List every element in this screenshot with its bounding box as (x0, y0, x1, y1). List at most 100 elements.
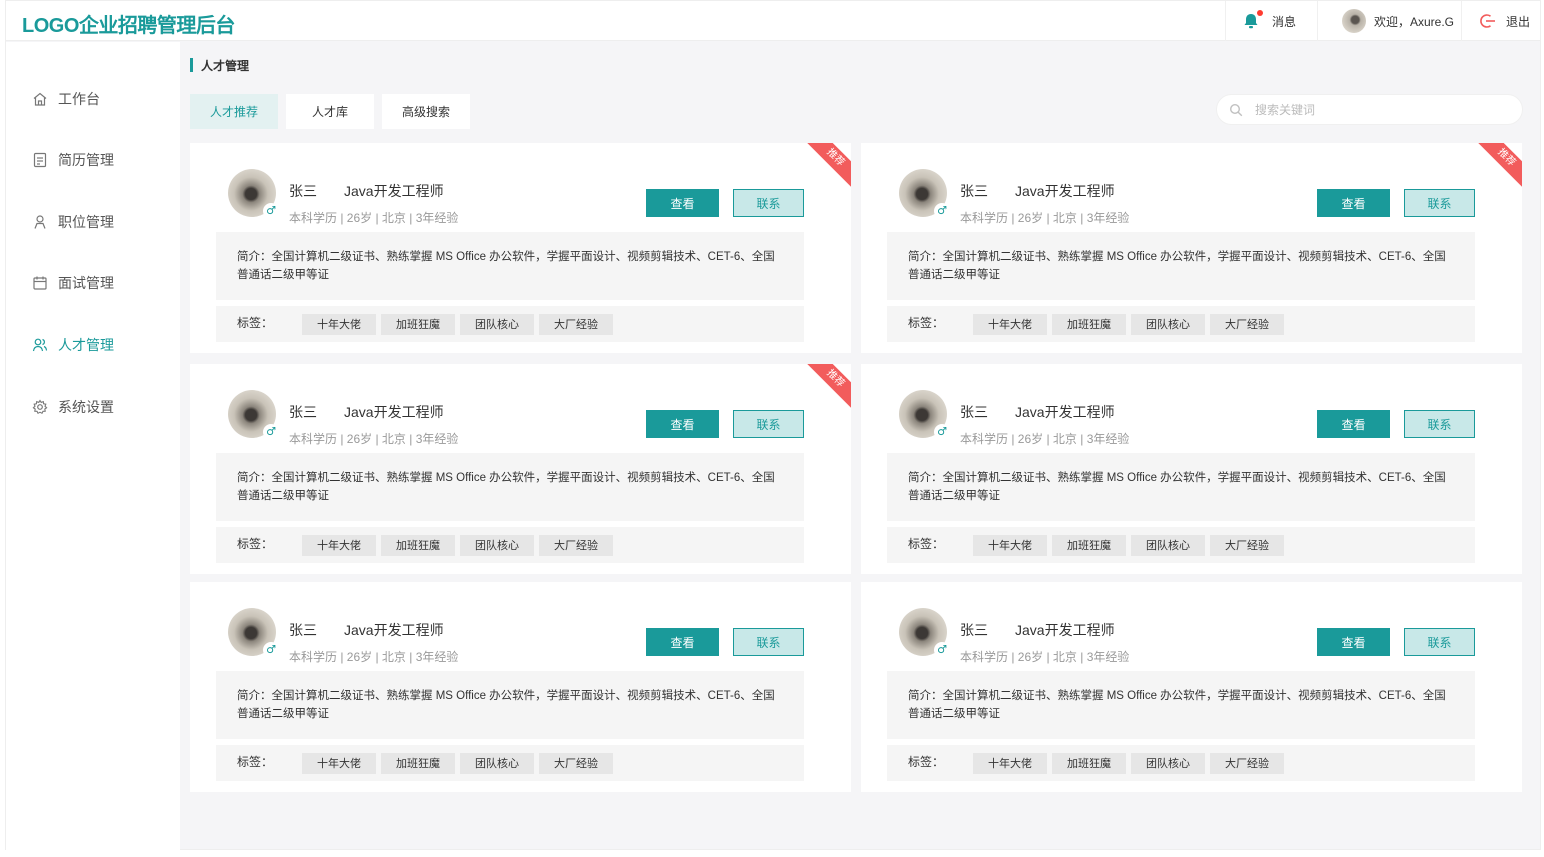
talent-card: 推荐 ♂ 张三 Java开发工程师 本科学历 | 26岁 | 北京 | 3年经验… (861, 143, 1522, 353)
search-input[interactable] (1255, 102, 1495, 117)
tag-chip: 大厂经验 (1210, 534, 1284, 556)
calendar-icon (33, 276, 47, 290)
tag-chip: 团队核心 (1131, 752, 1205, 774)
tags-label: 标签： (908, 315, 945, 330)
breadcrumb: 人才管理 (190, 57, 249, 73)
tag-chip: 加班狂魔 (1052, 534, 1126, 556)
sidebar-item-positions[interactable]: 职位管理 (32, 210, 114, 234)
contact-button[interactable]: 联系 (733, 410, 804, 438)
tag-chip: 团队核心 (460, 313, 534, 335)
recommend-ribbon: 推荐 (800, 364, 851, 414)
male-icon: ♂ (934, 424, 950, 440)
talent-card: 推荐 ♂ 张三 Java开发工程师 本科学历 | 26岁 | 北京 | 3年经验… (190, 364, 851, 574)
candidate-job-title: Java开发工程师 (344, 404, 444, 420)
tags-row: 标签： 十年大佬 加班狂魔 团队核心 大厂经验 (887, 306, 1475, 342)
candidate-avatar[interactable]: ♂ (228, 608, 279, 658)
tags-label: 标签： (908, 754, 945, 769)
contact-button[interactable]: 联系 (1404, 628, 1475, 656)
view-button[interactable]: 查看 (1317, 410, 1390, 438)
candidate-intro: 简介：全国计算机二级证书、熟练掌握 MS Office 办公软件，学握平面设计、… (216, 453, 804, 521)
tag-chip: 大厂经验 (1210, 752, 1284, 774)
app-logo[interactable]: LOGO企业招聘管理后台 (22, 9, 235, 38)
sidebar-item-label: 简历管理 (58, 152, 114, 168)
candidate-name: 张三 (960, 622, 988, 638)
candidate-avatar[interactable]: ♂ (899, 169, 950, 219)
view-button[interactable]: 查看 (1317, 628, 1390, 656)
talent-card: ♂ 张三 Java开发工程师 本科学历 | 26岁 | 北京 | 3年经验 查看… (861, 582, 1522, 792)
contact-button[interactable]: 联系 (733, 189, 804, 217)
tags-row: 标签： 十年大佬 加班狂魔 团队核心 大厂经验 (216, 527, 804, 563)
app-frame: LOGO企业招聘管理后台 消息 欢迎，Axure.G 退出 工作台 简历管理 职… (5, 0, 1541, 850)
tag-chip: 十年大佬 (302, 752, 376, 774)
breadcrumb-label: 人才管理 (201, 58, 250, 73)
user-menu[interactable]: 欢迎，Axure.G (1317, 1, 1461, 41)
male-icon: ♂ (934, 203, 950, 219)
candidate-job-title: Java开发工程师 (344, 622, 444, 638)
male-icon: ♂ (263, 642, 279, 658)
search-box[interactable] (1216, 94, 1523, 125)
tags-label: 标签： (237, 754, 274, 769)
recommend-ribbon: 推荐 (800, 143, 851, 193)
candidate-avatar[interactable]: ♂ (899, 608, 950, 658)
male-icon: ♂ (934, 642, 950, 658)
contact-button[interactable]: 联系 (1404, 189, 1475, 217)
sidebar-item-resume[interactable]: 简历管理 (32, 148, 114, 172)
tags-row: 标签： 十年大佬 加班狂魔 团队核心 大厂经验 (887, 745, 1475, 781)
sidebar-item-talent[interactable]: 人才管理 (32, 333, 114, 357)
gear-icon (32, 399, 48, 415)
home-icon (33, 92, 47, 106)
candidate-avatar[interactable]: ♂ (228, 390, 279, 440)
tag-chip: 十年大佬 (973, 313, 1047, 335)
view-button[interactable]: 查看 (1317, 189, 1390, 217)
tag-chip: 团队核心 (460, 534, 534, 556)
candidate-job-title: Java开发工程师 (1015, 622, 1115, 638)
sidebar: 工作台 简历管理 职位管理 面试管理 人才管理 系统设置 (6, 42, 180, 850)
tag-chip: 大厂经验 (539, 752, 613, 774)
tab-advanced-search[interactable]: 高级搜索 (382, 94, 470, 129)
bell-icon (1242, 10, 1263, 30)
candidate-intro: 简介：全国计算机二级证书、熟练掌握 MS Office 办公软件，学握平面设计、… (887, 232, 1475, 300)
search-icon (1229, 103, 1243, 116)
tags-row: 标签： 十年大佬 加班狂魔 团队核心 大厂经验 (216, 745, 804, 781)
candidate-avatar[interactable]: ♂ (228, 169, 279, 219)
candidate-intro: 简介：全国计算机二级证书、熟练掌握 MS Office 办公软件，学握平面设计、… (216, 671, 804, 739)
male-icon: ♂ (263, 203, 279, 219)
sidebar-item-interviews[interactable]: 面试管理 (32, 271, 114, 295)
tab-talent-recommend[interactable]: 人才推荐 (190, 94, 278, 129)
tag-chip: 大厂经验 (539, 313, 613, 335)
tags-row: 标签： 十年大佬 加班狂魔 团队核心 大厂经验 (216, 306, 804, 342)
candidate-job-title: Java开发工程师 (1015, 183, 1115, 199)
view-button[interactable]: 查看 (646, 410, 719, 438)
contact-button[interactable]: 联系 (733, 628, 804, 656)
tag-chip: 大厂经验 (1210, 313, 1284, 335)
contact-button[interactable]: 联系 (1404, 410, 1475, 438)
person-icon (34, 215, 46, 229)
candidate-meta: 本科学历 | 26岁 | 北京 | 3年经验 (960, 650, 1130, 664)
breadcrumb-marker (190, 58, 193, 72)
sidebar-item-label: 系统设置 (58, 399, 114, 415)
sidebar-item-workbench[interactable]: 工作台 (32, 87, 100, 111)
view-button[interactable]: 查看 (646, 189, 719, 217)
tag-chip: 加班狂魔 (381, 752, 455, 774)
tags-label: 标签： (908, 536, 945, 551)
tag-chip: 团队核心 (460, 752, 534, 774)
top-header: LOGO企业招聘管理后台 消息 欢迎，Axure.G 退出 (6, 1, 1540, 41)
candidate-name: 张三 (960, 404, 988, 420)
tag-chip: 大厂经验 (539, 534, 613, 556)
male-icon: ♂ (263, 424, 279, 440)
tag-chip: 加班狂魔 (381, 534, 455, 556)
view-button[interactable]: 查看 (646, 628, 719, 656)
sidebar-item-settings[interactable]: 系统设置 (32, 395, 114, 419)
tab-talent-pool[interactable]: 人才库 (286, 94, 374, 129)
logout-button[interactable]: 退出 (1461, 1, 1541, 41)
tag-chip: 加班狂魔 (1052, 313, 1126, 335)
logout-icon (1480, 13, 1496, 29)
tag-chip: 十年大佬 (973, 752, 1047, 774)
messages-button[interactable]: 消息 (1225, 1, 1317, 41)
candidate-job-title: Java开发工程师 (1015, 404, 1115, 420)
resume-icon (33, 152, 47, 168)
tag-chip: 十年大佬 (302, 313, 376, 335)
tags-row: 标签： 十年大佬 加班狂魔 团队核心 大厂经验 (887, 527, 1475, 563)
candidate-avatar[interactable]: ♂ (899, 390, 950, 440)
tags-label: 标签： (237, 315, 274, 330)
